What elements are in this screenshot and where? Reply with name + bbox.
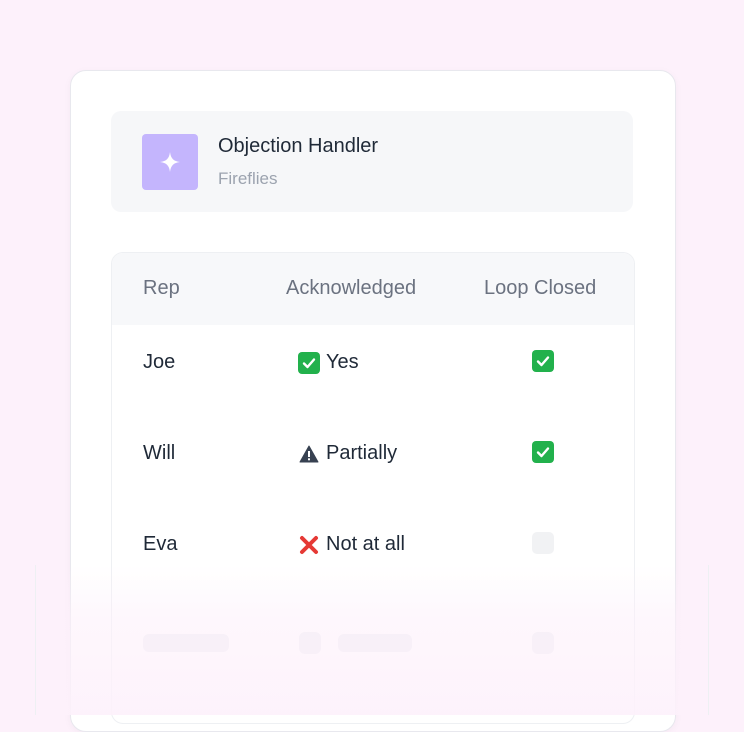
table-row: Eva Not at all <box>112 507 634 598</box>
check-box-icon <box>532 441 554 463</box>
placeholder-bar <box>338 634 412 652</box>
placeholder-row <box>112 598 634 689</box>
placeholder-icon <box>299 632 321 654</box>
column-header-loop-closed: Loop Closed <box>484 277 597 299</box>
app-title: Objection Handler <box>218 135 379 157</box>
warning-icon <box>298 443 320 465</box>
table-header: Rep Acknowledged Loop Closed <box>112 253 634 325</box>
loop-closed-cell <box>532 350 554 372</box>
acknowledged-label: Not at all <box>326 533 405 555</box>
rep-name: Eva <box>143 533 178 555</box>
app-header: Objection Handler Fireflies <box>111 111 633 212</box>
empty-checkbox-icon <box>532 532 554 554</box>
acknowledged-label: Partially <box>326 442 398 464</box>
rep-name: Joe <box>143 351 176 373</box>
table-row: Will Partially <box>112 416 634 507</box>
placeholder-bar <box>143 634 229 652</box>
acknowledged-cell: Partially <box>298 442 397 465</box>
column-header-rep: Rep <box>143 277 180 299</box>
results-table: Rep Acknowledged Loop Closed Joe Yes Wil… <box>111 252 635 724</box>
objection-card: Objection Handler Fireflies Rep Acknowle… <box>70 70 676 732</box>
acknowledged-cell: Not at all <box>298 533 405 556</box>
column-header-acknowledged: Acknowledged <box>286 277 417 299</box>
acknowledged-label: Yes <box>326 351 359 373</box>
loop-closed-cell <box>532 532 554 554</box>
loop-closed-cell <box>532 441 554 463</box>
check-box-icon <box>532 350 554 372</box>
app-subtitle: Fireflies <box>218 169 278 188</box>
rep-name: Will <box>143 442 176 464</box>
cross-icon <box>298 534 320 556</box>
placeholder-icon <box>532 632 554 654</box>
acknowledged-cell: Yes <box>298 351 359 374</box>
sparkle-icon <box>142 134 198 190</box>
check-box-icon <box>298 351 320 374</box>
table-row: Joe Yes <box>112 325 634 416</box>
